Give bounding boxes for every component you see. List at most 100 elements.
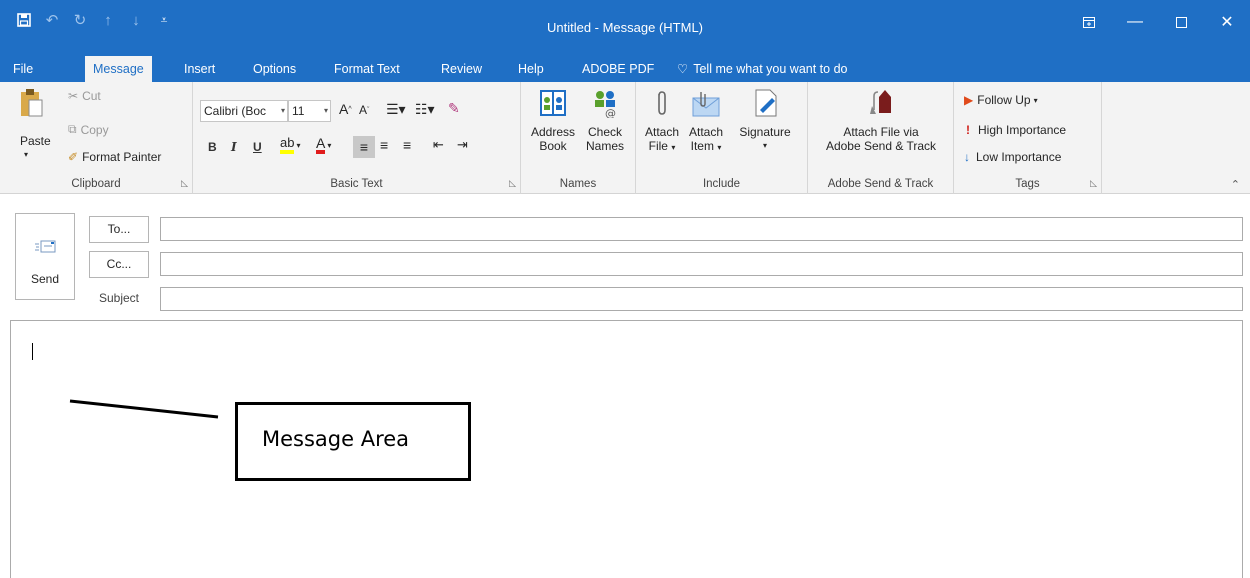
envelope-icon [35,240,56,253]
ribbon-display-options-icon[interactable] [1066,8,1112,36]
window-title: Untitled - Message (HTML) [546,20,704,35]
decrease-indent-icon[interactable]: ⇤ [433,137,444,153]
align-right-icon[interactable]: ≡ [403,137,411,153]
basic-text-group-label: Basic Text [330,178,383,190]
send-label: Send [30,272,60,286]
shrink-font-icon[interactable]: Aˇ [359,103,369,117]
paste-dropdown-icon[interactable]: ▾ [24,150,28,159]
tell-me-box[interactable]: ♡ Tell me what you want to do [677,56,847,82]
attach-item-icon [692,92,720,117]
include-group-label: Include [702,178,741,190]
clear-formatting-icon[interactable]: ✎ [448,100,460,117]
attach-via-label-1: Attach File via [843,125,919,139]
message-body[interactable] [10,320,1243,578]
subject-label: Subject [98,291,140,305]
tags-launcher-icon[interactable]: ◺ [1090,178,1097,189]
names-group-label: Names [559,178,597,190]
attach-file-label-1: Attach [644,125,680,139]
maximize-icon[interactable] [1158,8,1204,36]
group-names: Address Book @ Check Names Names [521,82,636,194]
tab-help[interactable]: Help [518,56,544,82]
subject-field[interactable] [160,287,1243,311]
font-name-combo[interactable]: Calibri (Boc ▾ [200,100,288,122]
font-size-combo[interactable]: 11 ▾ [288,100,331,122]
group-include: Attach File ▾ Attach Item ▾ Signature ▾ … [636,82,808,194]
copy-label: Copy [80,122,109,137]
high-importance-button[interactable]: ! High Importance [966,123,1066,137]
chevron-down-icon: ▾ [323,106,328,115]
group-adobe-send-track: Attach File via Adobe Send & Track Adobe… [808,82,954,194]
format-painter-button[interactable]: ✐ Format Painter [68,150,161,164]
scissors-icon: ✂ [68,89,79,103]
adobe-group-label: Adobe Send & Track [827,178,934,190]
chevron-down-icon: ▾ [280,106,285,115]
italic-button[interactable]: I [231,140,237,154]
numbering-icon[interactable]: ☷▾ [415,101,435,118]
tags-group-label: Tags [1015,178,1040,190]
group-tags: ▶ Follow Up ▾ ! High Importance ↓ Low Import… [954,82,1102,194]
attach-file-via-adobe-button[interactable]: Attach File via Adobe Send & Track [808,88,954,153]
address-book-icon [540,90,566,116]
cc-button[interactable]: Cc... [89,251,149,278]
underline-button[interactable]: U [253,140,262,154]
ribbon: Paste ▾ ✂ Cut ⧉ Copy ✐ Format Painter Clipb… [0,82,1250,194]
tab-review[interactable]: Review [441,56,482,82]
tell-me-label: Tell me what you want to do [693,62,848,76]
check-names-label-2: Names [585,139,624,153]
bold-button[interactable]: B [208,140,217,154]
to-field[interactable] [160,217,1243,241]
address-book-label-1: Address [530,125,576,139]
clipboard-icon [21,89,43,117]
collapse-ribbon-icon[interactable]: ⌃ [1231,178,1240,191]
font-color-icon[interactable]: A ▾ [316,136,331,154]
font-name-value: Calibri (Boc [204,104,267,118]
bullets-icon[interactable]: ☰▾ [386,101,406,118]
clipboard-launcher-icon[interactable]: ◺ [181,178,188,189]
paste-label[interactable]: Paste [20,134,51,148]
down-arrow-icon: ↓ [964,150,970,164]
basic-text-launcher-icon[interactable]: ◺ [509,178,516,189]
attach-via-label-2: Adobe Send & Track [825,139,937,153]
low-importance-button[interactable]: ↓ Low Importance [964,150,1061,164]
follow-up-button[interactable]: ▶ Follow Up ▾ [964,93,1038,107]
minimize-icon[interactable]: — [1112,8,1158,36]
tab-message[interactable]: Message [85,56,152,82]
address-book-label-2: Book [539,139,567,153]
cut-label: Cut [82,89,101,103]
format-painter-label: Format Painter [82,150,162,164]
tab-adobe-pdf[interactable]: ADOBE PDF [582,56,654,82]
tab-file[interactable]: File [13,56,33,82]
message-area-callout: Message Area [235,402,471,481]
low-importance-label: Low Importance [976,150,1062,164]
check-names-button[interactable]: @ Check Names [581,88,629,153]
tab-insert[interactable]: Insert [184,56,215,82]
check-names-icon: @ [595,91,616,120]
align-left-icon[interactable]: ≡ [353,136,375,158]
tab-format-text[interactable]: Format Text [334,56,400,82]
group-clipboard: Paste ▾ ✂ Cut ⧉ Copy ✐ Format Painter Clipb… [0,82,193,194]
lightbulb-icon: ♡ [677,62,689,76]
increase-indent-icon[interactable]: ⇥ [457,137,468,153]
attach-item-button[interactable]: Attach Item ▾ [686,88,726,155]
attach-file-button[interactable]: Attach File ▾ [642,88,682,155]
ribbon-tabs: File Message Insert Options Format Text … [0,56,1250,82]
cc-field[interactable] [160,252,1243,276]
follow-up-label: Follow Up [977,93,1031,107]
signature-button[interactable]: Signature ▾ [730,88,800,153]
tab-options[interactable]: Options [253,56,296,82]
check-names-label-1: Check [587,125,622,139]
close-icon[interactable]: ✕ [1204,8,1250,36]
to-button[interactable]: To... [89,216,149,243]
address-book-button[interactable]: Address Book [527,88,579,153]
highlight-icon[interactable]: ab ▾ [280,136,300,154]
title-bar: ↶ ↻ ↑ ↓ ⩡ Untitled - Message (HTML) — ✕ [0,0,1250,56]
copy-button[interactable]: ⧉ Copy [68,122,109,137]
send-button[interactable]: Send [15,213,75,300]
text-cursor [32,343,33,360]
cut-button[interactable]: ✂ Cut [68,89,101,103]
paperclip-icon [658,91,666,115]
paste-button[interactable] [18,88,44,121]
align-center-icon[interactable]: ≡ [380,137,388,153]
grow-font-icon[interactable]: A ^ [339,101,352,117]
group-basic-text: Calibri (Boc ▾ 11 ▾ A ^ Aˇ ☰▾ ☷▾ ✎ B I U ab… [193,82,521,194]
